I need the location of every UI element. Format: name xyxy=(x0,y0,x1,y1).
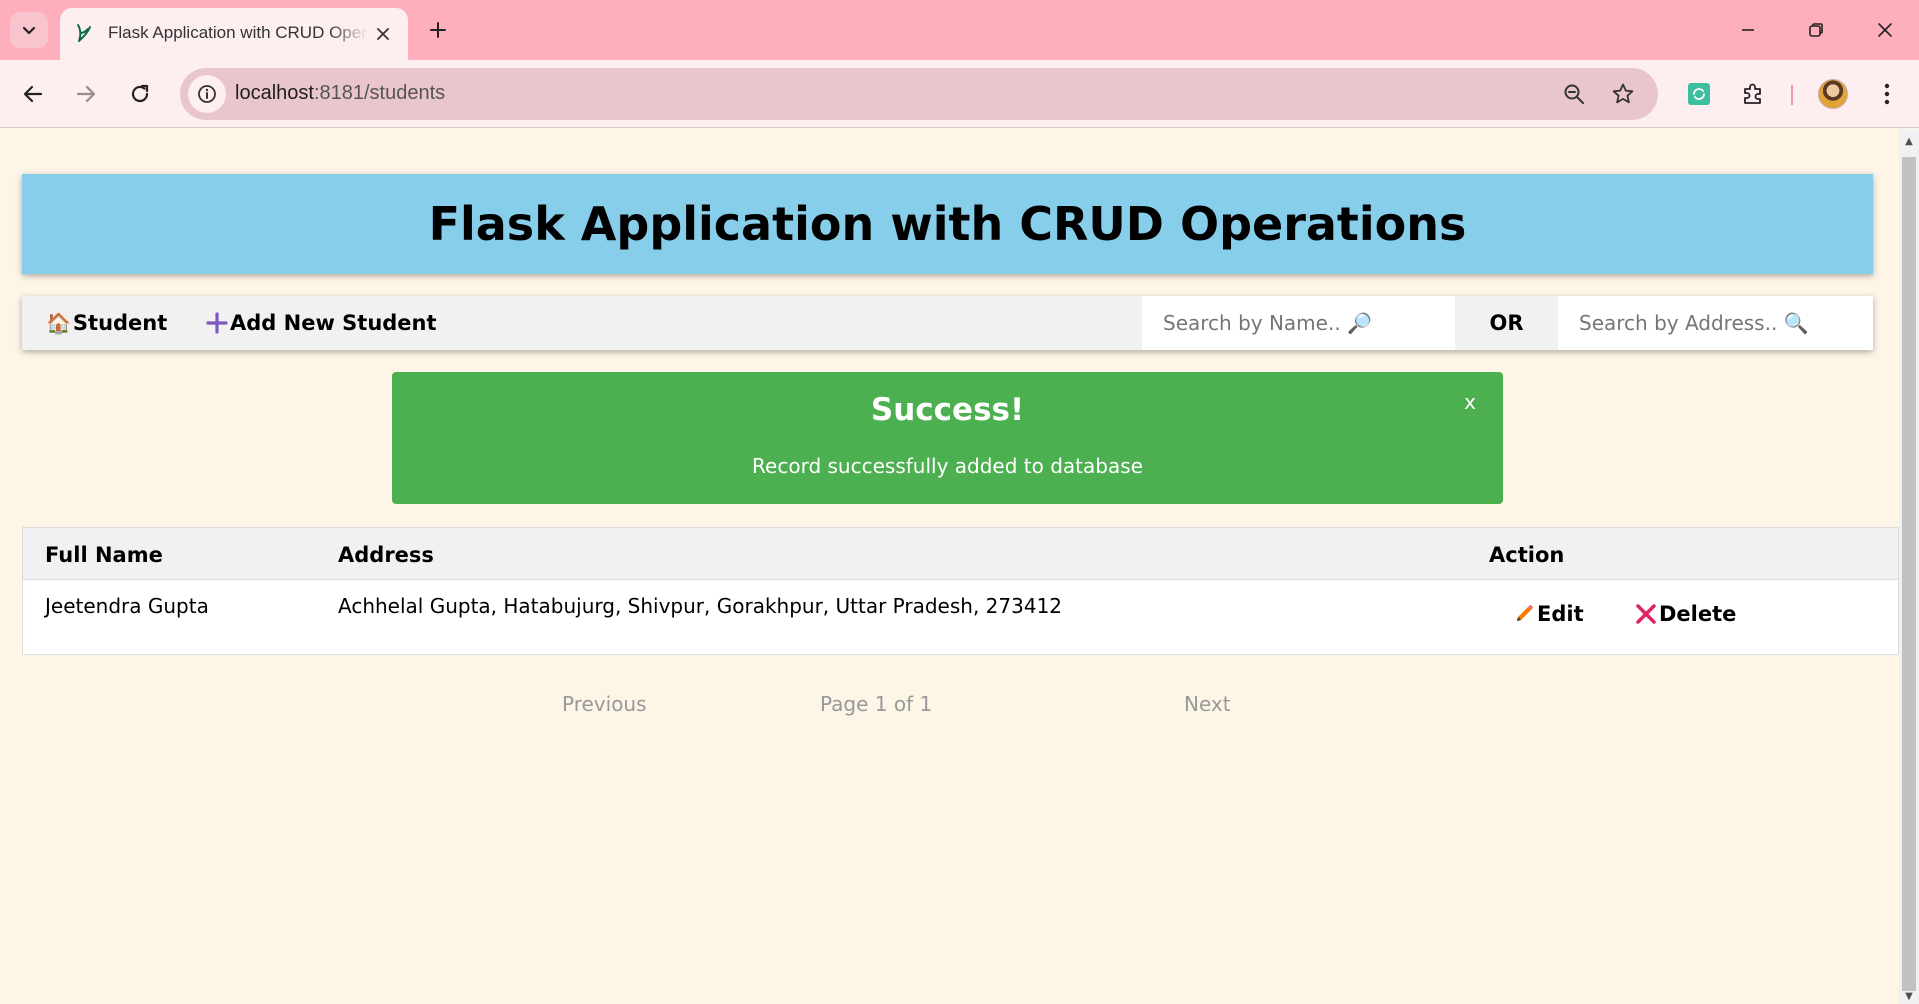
alert-title: Success! xyxy=(870,392,1025,428)
scroll-down-arrow-icon[interactable]: ▼ xyxy=(1899,988,1919,1004)
zoom-button[interactable] xyxy=(1560,80,1588,108)
page-header: Flask Application with CRUD Operations xyxy=(22,174,1873,274)
column-header-action: Action xyxy=(1489,543,1565,567)
nav-add-student-label: Add New Student xyxy=(230,311,437,335)
pencil-icon xyxy=(1517,605,1533,621)
avatar xyxy=(1818,79,1848,109)
cross-mark-icon xyxy=(1636,604,1656,624)
close-icon xyxy=(1878,23,1892,37)
back-button[interactable] xyxy=(13,74,53,114)
star-icon xyxy=(1612,83,1634,104)
pagination-page-info: Page 1 of 1 xyxy=(820,692,933,716)
puzzle-icon xyxy=(1744,83,1761,104)
column-header-address: Address xyxy=(338,543,434,567)
chevron-down-icon xyxy=(22,26,36,35)
edit-button[interactable]: Edit xyxy=(1513,602,1584,626)
nav-student-link[interactable]: 🏠 Student xyxy=(46,311,167,335)
zoom-out-icon xyxy=(1564,84,1584,104)
edit-label: Edit xyxy=(1537,602,1584,626)
toolbar-separator xyxy=(1791,85,1793,105)
or-label: OR xyxy=(1489,311,1524,335)
browser-toolbar: localhost:8181/students xyxy=(0,60,1919,128)
cell-full-name: Jeetendra Gupta xyxy=(45,594,209,618)
search-by-address-field[interactable] xyxy=(1558,296,1873,350)
app-navbar: 🏠 Student Add New Student OR xyxy=(22,296,1873,350)
profile-button[interactable] xyxy=(1813,74,1853,114)
minimize-button[interactable] xyxy=(1726,10,1770,50)
tab-title: Flask Application with CRUD Operations xyxy=(108,23,368,42)
info-icon xyxy=(198,85,216,103)
url-text[interactable]: localhost:8181/students xyxy=(235,82,445,105)
plus-icon xyxy=(206,312,228,334)
table-row: Jeetendra Gupta Achhelal Gupta, Hatabuju… xyxy=(23,580,1898,654)
extension-sync-button[interactable] xyxy=(1679,74,1719,114)
success-alert: Success! Record successfully added to da… xyxy=(392,372,1503,504)
browser-menu-button[interactable] xyxy=(1867,74,1907,114)
nav-student-label: Student xyxy=(72,311,168,335)
pagination-previous[interactable]: Previous xyxy=(562,692,647,716)
column-header-full-name: Full Name xyxy=(45,543,163,567)
arrow-left-icon xyxy=(23,85,43,103)
reload-icon xyxy=(131,84,149,103)
tab-search-button[interactable] xyxy=(10,12,48,48)
cell-address: Achhelal Gupta, Hatabujurg, Shivpur, Gor… xyxy=(338,594,1063,618)
students-table: Full Name Address Action Jeetendra Gupta… xyxy=(22,527,1899,655)
url-host: localhost xyxy=(235,82,314,104)
restore-button[interactable] xyxy=(1794,10,1838,50)
page-scrollbar[interactable]: ▲ ▼ xyxy=(1899,129,1919,1004)
forward-button[interactable] xyxy=(66,74,106,114)
alert-message: Record successfully added to database xyxy=(752,454,1143,478)
delete-label: Delete xyxy=(1659,602,1737,626)
site-info-button[interactable] xyxy=(188,75,226,113)
flask-favicon-icon xyxy=(72,22,94,44)
bookmark-button[interactable] xyxy=(1609,80,1637,108)
alert-close-button[interactable]: x xyxy=(1456,390,1484,418)
reload-button[interactable] xyxy=(120,74,160,114)
extensions-button[interactable] xyxy=(1733,74,1773,114)
extension-sync-icon xyxy=(1688,83,1710,105)
plus-icon xyxy=(430,22,446,38)
tab-close-icon[interactable] xyxy=(372,23,394,45)
new-tab-button[interactable] xyxy=(422,14,454,46)
minimize-icon xyxy=(1742,29,1754,31)
address-bar[interactable]: localhost:8181/students xyxy=(180,68,1658,120)
search-by-name-field[interactable] xyxy=(1142,296,1455,350)
search-by-name-input[interactable] xyxy=(1163,296,1455,350)
scroll-up-arrow-icon[interactable]: ▲ xyxy=(1899,133,1919,149)
house-icon: 🏠 xyxy=(46,311,71,335)
page-title: Flask Application with CRUD Operations xyxy=(428,197,1467,251)
delete-button[interactable]: Delete xyxy=(1635,602,1736,626)
table-header-row: Full Name Address Action xyxy=(23,528,1898,580)
url-path: :8181/students xyxy=(313,82,446,104)
restore-icon xyxy=(1809,23,1823,37)
page-viewport: Flask Application with CRUD Operations 🏠… xyxy=(0,129,1899,1004)
close-window-button[interactable] xyxy=(1863,10,1907,50)
browser-tab-active[interactable]: Flask Application with CRUD Operations xyxy=(60,8,408,60)
scrollbar-thumb[interactable] xyxy=(1902,157,1916,991)
more-vertical-icon xyxy=(1884,83,1890,105)
pagination-next[interactable]: Next xyxy=(1184,692,1231,716)
nav-add-student-link[interactable]: Add New Student xyxy=(206,311,437,335)
search-by-address-input[interactable] xyxy=(1579,296,1873,350)
arrow-right-icon xyxy=(76,85,96,103)
browser-tab-strip: Flask Application with CRUD Operations xyxy=(0,0,1919,60)
